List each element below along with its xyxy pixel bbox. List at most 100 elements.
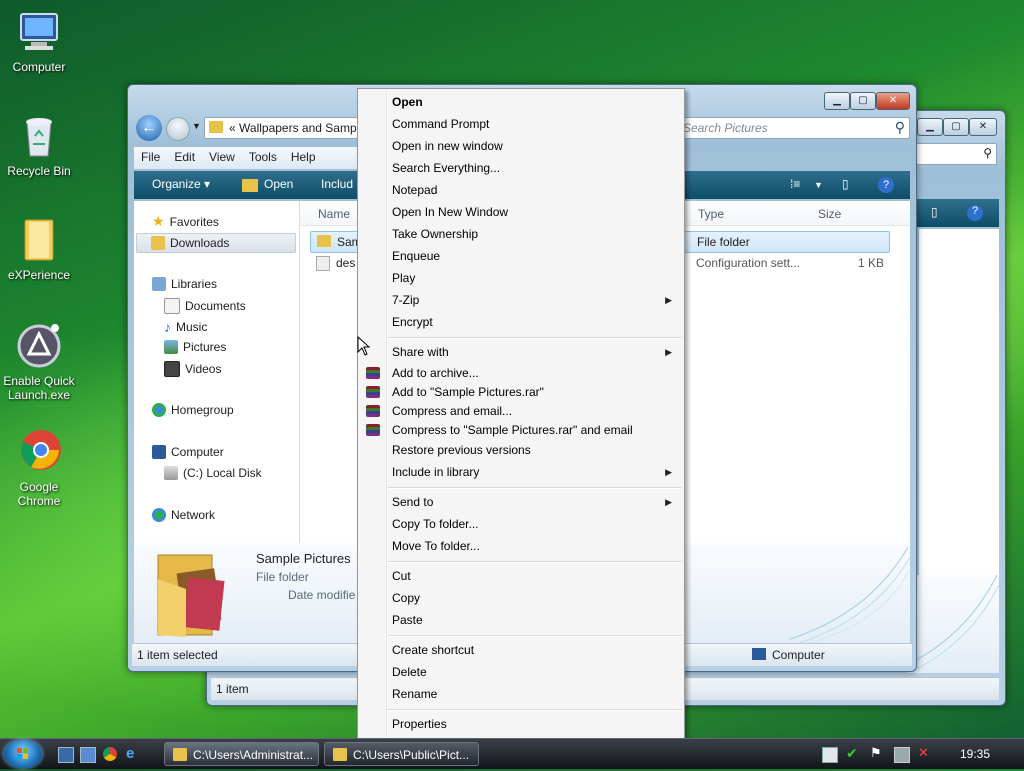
clock[interactable]: 19:35 xyxy=(960,747,990,761)
security-check-icon[interactable]: ✔ xyxy=(846,745,860,761)
menu-help[interactable]: Help xyxy=(284,147,323,164)
desktop-icon-experience[interactable]: eXPerience xyxy=(2,216,76,282)
maximize-button[interactable]: ▢ xyxy=(943,118,969,136)
include-in-library-button[interactable]: Includ xyxy=(321,177,353,191)
desktop-icon-recycle-bin[interactable]: Recycle Bin xyxy=(2,112,76,178)
menu-item-properties[interactable]: Properties xyxy=(392,715,447,733)
recycle-bin-icon xyxy=(15,112,63,160)
status-item-count: 1 item xyxy=(216,682,249,696)
menu-item-cut[interactable]: Cut xyxy=(392,567,411,585)
desktop-icon-label: eXPerience xyxy=(7,268,71,282)
menu-item-encrypt[interactable]: Encrypt xyxy=(392,313,433,331)
nav-music[interactable]: ♪ Music xyxy=(164,319,207,335)
nav-favorites[interactable]: ★ Favorites xyxy=(152,213,219,230)
desktop-icon-computer[interactable]: Computer xyxy=(2,8,76,74)
minimize-button[interactable]: ▁ xyxy=(824,92,850,110)
close-button[interactable]: ✕ xyxy=(876,92,910,110)
desktop-icon-label: Computer xyxy=(12,60,66,74)
help-icon[interactable]: ? xyxy=(878,177,894,193)
details-date-label: Date modifie xyxy=(288,588,356,602)
menu-item-restore-previous-versions[interactable]: Restore previous versions xyxy=(392,441,531,459)
column-header-name[interactable]: Name xyxy=(318,207,350,221)
menu-item-paste[interactable]: Paste xyxy=(392,611,423,629)
nav-videos[interactable]: Videos xyxy=(164,361,221,377)
maximize-button[interactable]: ▢ xyxy=(850,92,876,110)
menu-item-command-prompt[interactable]: Command Prompt xyxy=(392,115,489,133)
change-view-icon[interactable]: ⁞≡ xyxy=(790,177,800,191)
taskbar-button-explorer-1[interactable]: C:\Users\Administrat... xyxy=(164,742,319,766)
breadcrumb[interactable]: « Wallpapers and Samp xyxy=(229,121,357,135)
menu-item-7-zip[interactable]: 7-Zip xyxy=(392,291,419,309)
recent-pages-chevron-icon[interactable]: ▼ xyxy=(192,121,201,131)
menu-item-create-shortcut[interactable]: Create shortcut xyxy=(392,641,474,659)
menu-item-play[interactable]: Play xyxy=(392,269,415,287)
nav-homegroup[interactable]: Homegroup xyxy=(152,403,234,417)
close-button[interactable]: ✕ xyxy=(969,118,997,136)
menu-item-take-ownership[interactable]: Take Ownership xyxy=(392,225,478,243)
decorative-swoosh xyxy=(790,546,910,643)
help-icon[interactable]: ? xyxy=(967,205,983,221)
mouse-cursor-icon xyxy=(357,336,371,356)
column-header-size[interactable]: Size xyxy=(818,207,841,221)
menu-file[interactable]: File xyxy=(134,147,167,164)
nav-network[interactable]: Network xyxy=(152,508,215,522)
view-options-chevron-icon[interactable]: ▼ xyxy=(814,180,823,190)
menu-item-open[interactable]: Open xyxy=(392,93,423,111)
details-pane xyxy=(906,574,1000,673)
menu-view[interactable]: View xyxy=(202,147,242,164)
preview-pane-icon[interactable]: ▯ xyxy=(842,177,849,191)
menu-item-move-to-folder[interactable]: Move To folder... xyxy=(392,537,480,555)
menu-edit[interactable]: Edit xyxy=(167,147,202,164)
menu-item-include-in-library[interactable]: Include in library xyxy=(392,463,479,481)
column-header-type[interactable]: Type xyxy=(698,207,724,221)
menu-item-search-everything[interactable]: Search Everything... xyxy=(392,159,500,177)
nav-pictures[interactable]: Pictures xyxy=(164,340,226,354)
menu-item-notepad[interactable]: Notepad xyxy=(392,181,437,199)
volume-muted-icon[interactable]: ✕ xyxy=(918,745,932,760)
menu-item-enqueue[interactable]: Enqueue xyxy=(392,247,440,265)
nav-local-disk[interactable]: (C:) Local Disk xyxy=(164,466,262,480)
start-button[interactable] xyxy=(4,740,42,768)
menu-tools[interactable]: Tools xyxy=(242,147,284,164)
chrome-icon[interactable] xyxy=(103,747,117,761)
decorative-swoosh xyxy=(906,574,1000,672)
nav-libraries[interactable]: Libraries xyxy=(152,277,217,291)
nav-documents[interactable]: Documents xyxy=(164,298,246,314)
organize-button[interactable]: Organize ▾ xyxy=(152,177,210,191)
desktop-icon-google-chrome[interactable]: Google Chrome xyxy=(2,428,76,508)
desktop-icon-enable-quick-launch[interactable]: Enable Quick Launch.exe xyxy=(2,322,76,402)
switch-windows-icon[interactable] xyxy=(80,747,96,763)
menu-item-send-to[interactable]: Send to xyxy=(392,493,433,511)
show-desktop-icon[interactable] xyxy=(58,747,74,763)
preview-pane-icon[interactable]: ▯ xyxy=(931,205,938,219)
menu-item-compress-and-email[interactable]: Compress and email... xyxy=(392,402,512,420)
internet-explorer-icon[interactable]: e xyxy=(126,745,140,762)
menu-item-compress-to-rar-and-email[interactable]: Compress to "Sample Pictures.rar" and em… xyxy=(392,421,633,439)
menu-item-copy-to-folder[interactable]: Copy To folder... xyxy=(392,515,479,533)
menu-item-delete[interactable]: Delete xyxy=(392,663,427,681)
address-bar[interactable]: « Wallpapers and Samp xyxy=(204,117,362,139)
network-status-icon[interactable] xyxy=(894,747,910,763)
nav-computer[interactable]: Computer xyxy=(152,445,224,459)
context-menu: Open Command Prompt Open in new window S… xyxy=(357,88,685,740)
toolbar: ▯ ? xyxy=(907,199,999,227)
menu-item-add-to-rar[interactable]: Add to "Sample Pictures.rar" xyxy=(392,383,544,401)
open-button[interactable]: Open xyxy=(264,177,293,191)
taskbar-button-explorer-2[interactable]: C:\Users\Public\Pict... xyxy=(324,742,479,766)
folder-icon xyxy=(317,235,331,247)
menu-item-open-in-new-window-2[interactable]: Open In New Window xyxy=(392,203,508,221)
forward-button[interactable] xyxy=(166,117,190,141)
action-center-flag-icon[interactable]: ⚑ xyxy=(870,745,884,760)
search-input[interactable]: ⚲ xyxy=(907,143,997,165)
nav-downloads[interactable]: Downloads xyxy=(136,233,296,253)
notes-icon[interactable] xyxy=(822,747,838,763)
menu-item-open-in-new-window[interactable]: Open in new window xyxy=(392,137,503,155)
minimize-button[interactable]: ▁ xyxy=(917,118,943,136)
menu-item-add-to-archive[interactable]: Add to archive... xyxy=(392,364,479,382)
menu-item-share-with[interactable]: Share with xyxy=(392,343,449,361)
menu-item-rename[interactable]: Rename xyxy=(392,685,437,703)
menu-item-copy[interactable]: Copy xyxy=(392,589,420,607)
search-input[interactable]: Search Pictures ⚲ xyxy=(678,117,910,139)
computer-icon xyxy=(152,445,166,459)
back-button[interactable]: ← xyxy=(136,115,162,141)
